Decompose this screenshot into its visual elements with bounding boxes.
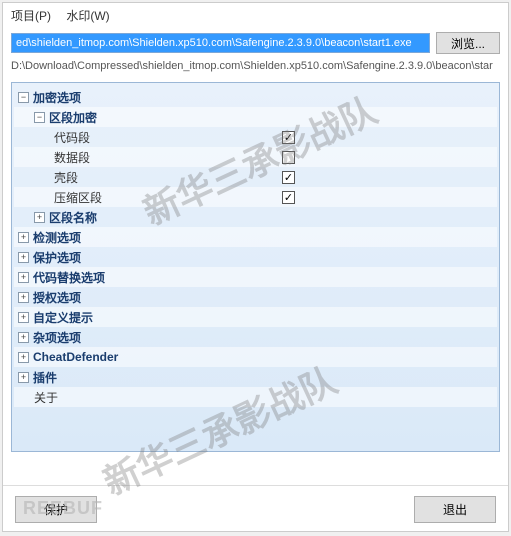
checkbox-shell[interactable]: ✓ <box>282 171 295 184</box>
plus-icon[interactable]: + <box>18 292 29 303</box>
leaf-about[interactable]: 关于 <box>34 389 58 406</box>
leaf-code-section[interactable]: 代码段 <box>54 129 90 146</box>
node-cheat-defender[interactable]: CheatDefender <box>33 350 118 364</box>
node-encrypt-options[interactable]: 加密选项 <box>33 89 81 106</box>
node-auth-options[interactable]: 授权选项 <box>33 289 81 306</box>
checkbox-compress[interactable]: ✓ <box>282 191 295 204</box>
checkbox-code[interactable]: ✓ <box>282 131 295 144</box>
leaf-shell-section[interactable]: 壳段 <box>54 169 78 186</box>
node-custom-prompt[interactable]: 自定义提示 <box>33 309 93 326</box>
exit-button[interactable]: 退出 <box>414 496 496 523</box>
minus-icon[interactable]: − <box>34 112 45 123</box>
leaf-compress-section[interactable]: 压缩区段 <box>54 189 102 206</box>
node-plugins[interactable]: 插件 <box>33 369 57 386</box>
node-protect-options[interactable]: 保护选项 <box>33 249 81 266</box>
button-bar: 保护 退出 <box>3 485 508 523</box>
plus-icon[interactable]: + <box>34 212 45 223</box>
node-misc-options[interactable]: 杂项选项 <box>33 329 81 346</box>
browse-button[interactable]: 浏览... <box>436 32 500 54</box>
menu-watermark[interactable]: 水印(W) <box>66 9 109 23</box>
minus-icon[interactable]: − <box>18 92 29 103</box>
leaf-data-section[interactable]: 数据段 <box>54 149 90 166</box>
node-section-encrypt[interactable]: 区段加密 <box>49 109 97 126</box>
plus-icon[interactable]: + <box>18 272 29 283</box>
node-code-replace[interactable]: 代码替换选项 <box>33 269 105 286</box>
node-section-name[interactable]: 区段名称 <box>49 209 97 226</box>
full-path-display: D:\Download\Compressed\shielden_itmop.co… <box>3 58 508 78</box>
file-path-input[interactable] <box>11 33 430 53</box>
plus-icon[interactable]: + <box>18 232 29 243</box>
protect-button[interactable]: 保护 <box>15 496 97 523</box>
options-tree: − 加密选项 − 区段加密 代码段 ✓ 数据段 壳段 ✓ <box>11 82 500 452</box>
plus-icon[interactable]: + <box>18 312 29 323</box>
menu-project[interactable]: 项目(P) <box>11 9 51 23</box>
plus-icon[interactable]: + <box>18 352 29 363</box>
node-detect-options[interactable]: 检测选项 <box>33 229 81 246</box>
menu-bar: 项目(P) 水印(W) <box>3 3 508 28</box>
plus-icon[interactable]: + <box>18 252 29 263</box>
plus-icon[interactable]: + <box>18 372 29 383</box>
plus-icon[interactable]: + <box>18 332 29 343</box>
checkbox-data[interactable] <box>282 151 295 164</box>
